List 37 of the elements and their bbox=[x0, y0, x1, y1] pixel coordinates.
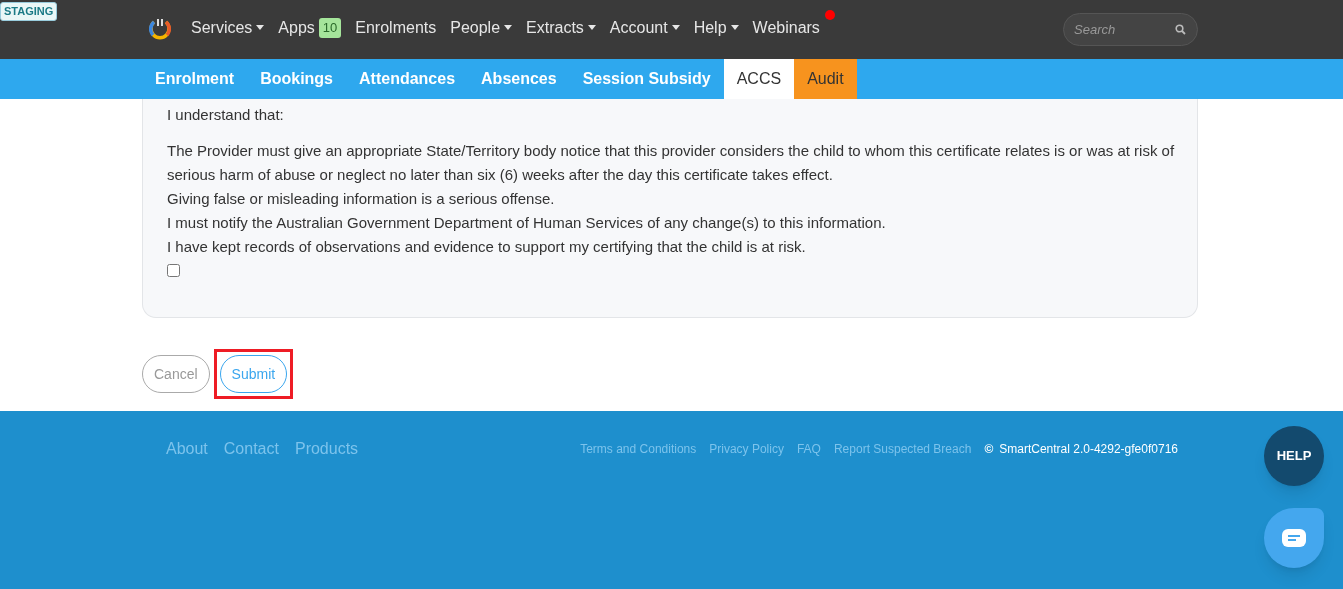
nav-link[interactable]: Enrolments bbox=[355, 15, 437, 40]
declaration-text: The Provider must give an appropriate State/Territory body notice that this provider considers the child to whom this certificate relates is or was at risk of serious harm of abuse or neglect no later than six (6) weeks after the day this certificate takes effect. bbox=[167, 141, 1176, 185]
footer-link[interactable]: Report Suspected Breach bbox=[833, 440, 972, 458]
tab[interactable]: Enrolment bbox=[142, 59, 248, 99]
nav-link[interactable]: Services bbox=[191, 15, 265, 40]
nav-link[interactable]: Webinars bbox=[752, 15, 820, 40]
nav-link[interactable]: Extracts bbox=[526, 15, 596, 40]
footer-link[interactable]: Privacy Policy bbox=[709, 440, 784, 458]
tab[interactable]: Bookings bbox=[247, 59, 346, 99]
cancel-button[interactable]: Cancel bbox=[142, 355, 210, 393]
footer-link[interactable]: Terms and Conditions bbox=[580, 440, 697, 458]
submit-button[interactable]: Submit bbox=[219, 355, 288, 393]
declaration-text: I have kept records of observations and evidence to support my certifying that the child is at risk. bbox=[167, 237, 807, 257]
tab[interactable]: Audit bbox=[794, 59, 857, 99]
tab[interactable]: ACCS bbox=[723, 59, 795, 99]
staging-badge: STAGING bbox=[0, 2, 58, 21]
version-text: SmartCentral 2.0-4292-gfe0f0716 bbox=[999, 441, 1178, 458]
footer-link[interactable]: About bbox=[166, 437, 208, 461]
nav-link[interactable]: Apps 10 bbox=[278, 15, 342, 40]
tab[interactable]: Attendances bbox=[346, 59, 469, 99]
declaration-text: Giving false or misleading information is a serious offense. bbox=[167, 189, 556, 209]
footer-link[interactable]: Products bbox=[294, 437, 359, 461]
chat-icon bbox=[1282, 529, 1306, 547]
footer-link[interactable]: FAQ bbox=[796, 440, 821, 458]
copyright-icon: © bbox=[984, 440, 994, 458]
nav-link[interactable]: Help bbox=[693, 15, 739, 40]
nav-link[interactable]: People bbox=[450, 15, 513, 40]
footer-link[interactable]: Contact bbox=[223, 437, 279, 461]
declaration-text: I must notify the Australian Government Department of Human Services of any change(s) to this information. bbox=[167, 213, 887, 233]
declaration-intro: I understand that: bbox=[167, 105, 285, 125]
agree-checkbox[interactable] bbox=[167, 264, 180, 277]
search-icon bbox=[1175, 24, 1186, 35]
tab[interactable]: Session Subsidy bbox=[569, 59, 724, 99]
search-field[interactable]: Search bbox=[1063, 13, 1198, 46]
nav-link[interactable]: Account bbox=[609, 15, 680, 40]
tab[interactable]: Absences bbox=[468, 59, 570, 99]
count-badge: 10 bbox=[318, 17, 342, 38]
